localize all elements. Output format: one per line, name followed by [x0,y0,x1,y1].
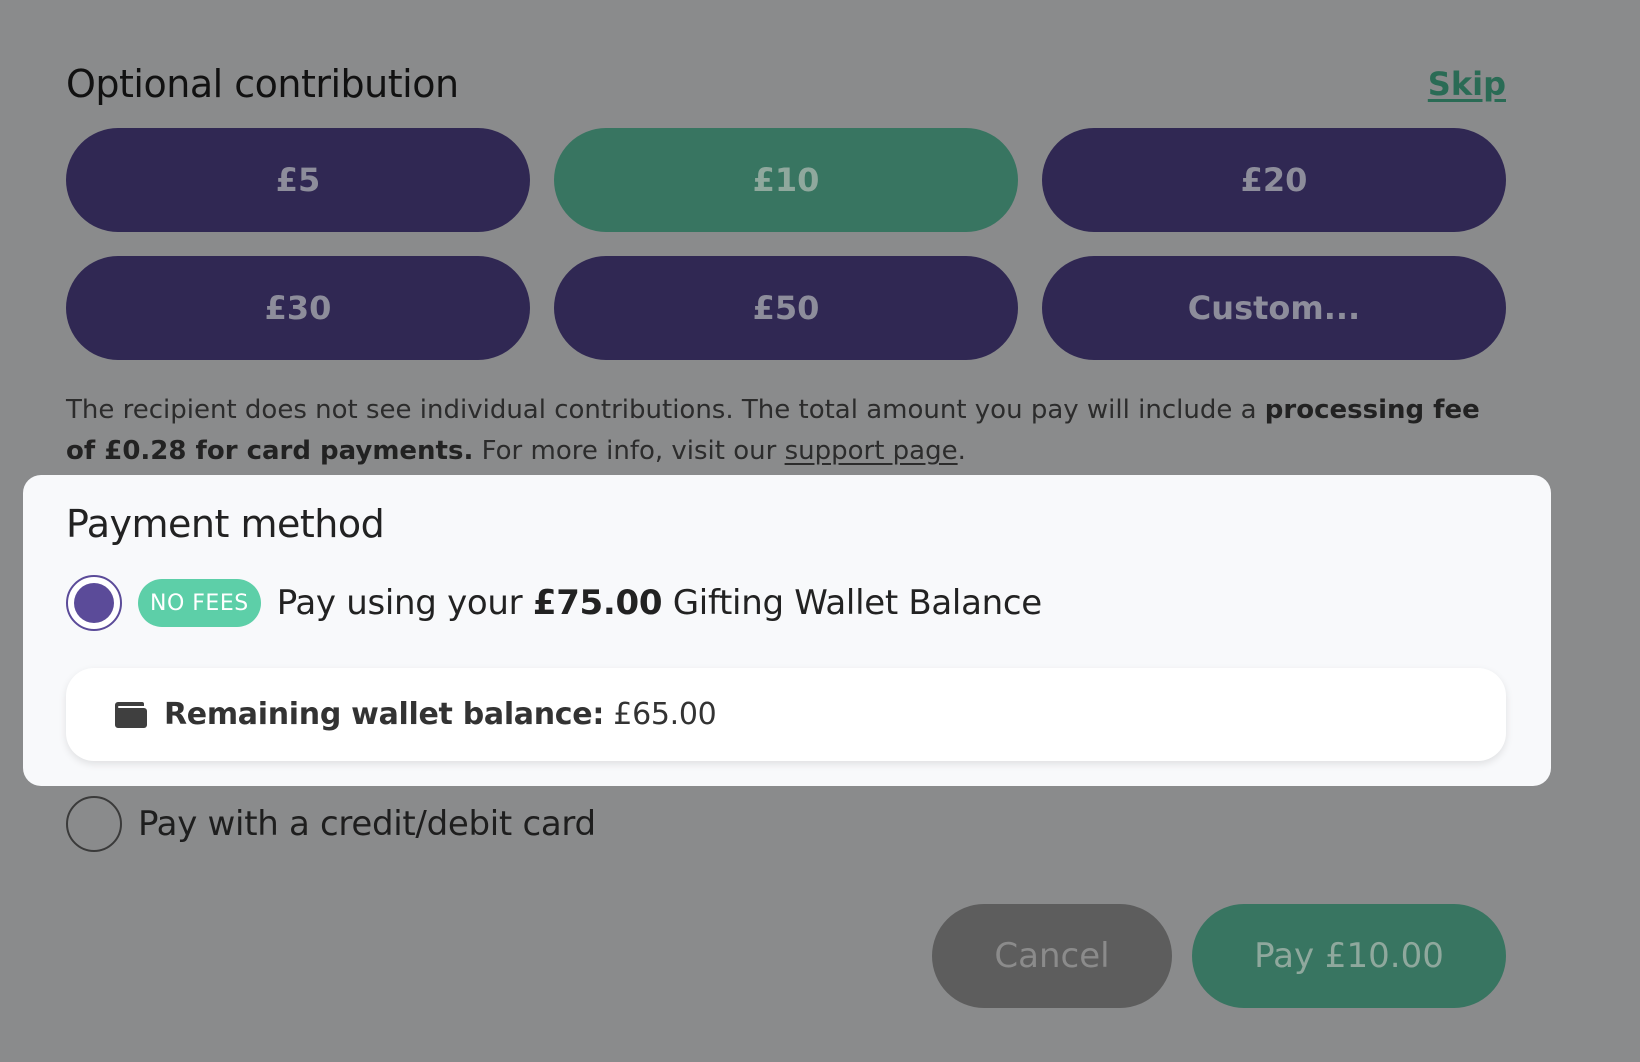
wallet-option-label: Pay using your £75.00 Gifting Wallet Bal… [277,579,1042,627]
contribution-amount-grid: £5 £10 £20 £30 £50 Custom... [66,128,1506,360]
no-fees-badge: NO FEES [138,579,261,627]
amount-button-custom[interactable]: Custom... [1042,256,1506,360]
payment-method-title: Payment method [66,502,385,546]
remaining-balance-value: £65.00 [613,697,717,732]
amount-button-50[interactable]: £50 [554,256,1018,360]
amount-button-30[interactable]: £30 [66,256,530,360]
wallet-payment-option[interactable]: NO FEES Pay using your £75.00 Gifting Wa… [66,575,1042,631]
contribution-title: Optional contribution [66,62,459,106]
info-text-part-2: For more info, visit our [473,436,785,466]
cancel-button[interactable]: Cancel [932,904,1172,1008]
pay-button[interactable]: Pay £10.00 [1192,904,1506,1008]
info-text-part-3: . [957,436,966,466]
wallet-icon [114,701,148,729]
support-page-link[interactable]: support page [785,436,958,466]
skip-link[interactable]: Skip [1428,62,1506,106]
payment-method-card: Payment method NO FEES Pay using your £7… [23,475,1551,786]
wallet-label-prefix: Pay using your [276,583,533,623]
radio-selected-dot [74,583,114,623]
wallet-balance-amount: £75.00 [532,583,663,623]
contribution-info-text: The recipient does not see individual co… [66,390,1496,472]
amount-button-5[interactable]: £5 [66,128,530,232]
remaining-balance-text: Remaining wallet balance: £65.00 [164,697,717,732]
amount-button-10[interactable]: £10 [554,128,1018,232]
amount-button-20[interactable]: £20 [1042,128,1506,232]
remaining-balance-label: Remaining wallet balance: [164,697,605,732]
remaining-balance-box: Remaining wallet balance: £65.00 [66,668,1506,761]
info-text-part-1: The recipient does not see individual co… [66,395,1265,425]
wallet-radio-button[interactable] [66,575,122,631]
card-option-label: Pay with a credit/debit card [138,804,596,844]
card-radio-button[interactable] [66,796,122,852]
card-payment-option[interactable]: Pay with a credit/debit card [66,796,596,852]
wallet-label-suffix: Gifting Wallet Balance [662,583,1042,623]
